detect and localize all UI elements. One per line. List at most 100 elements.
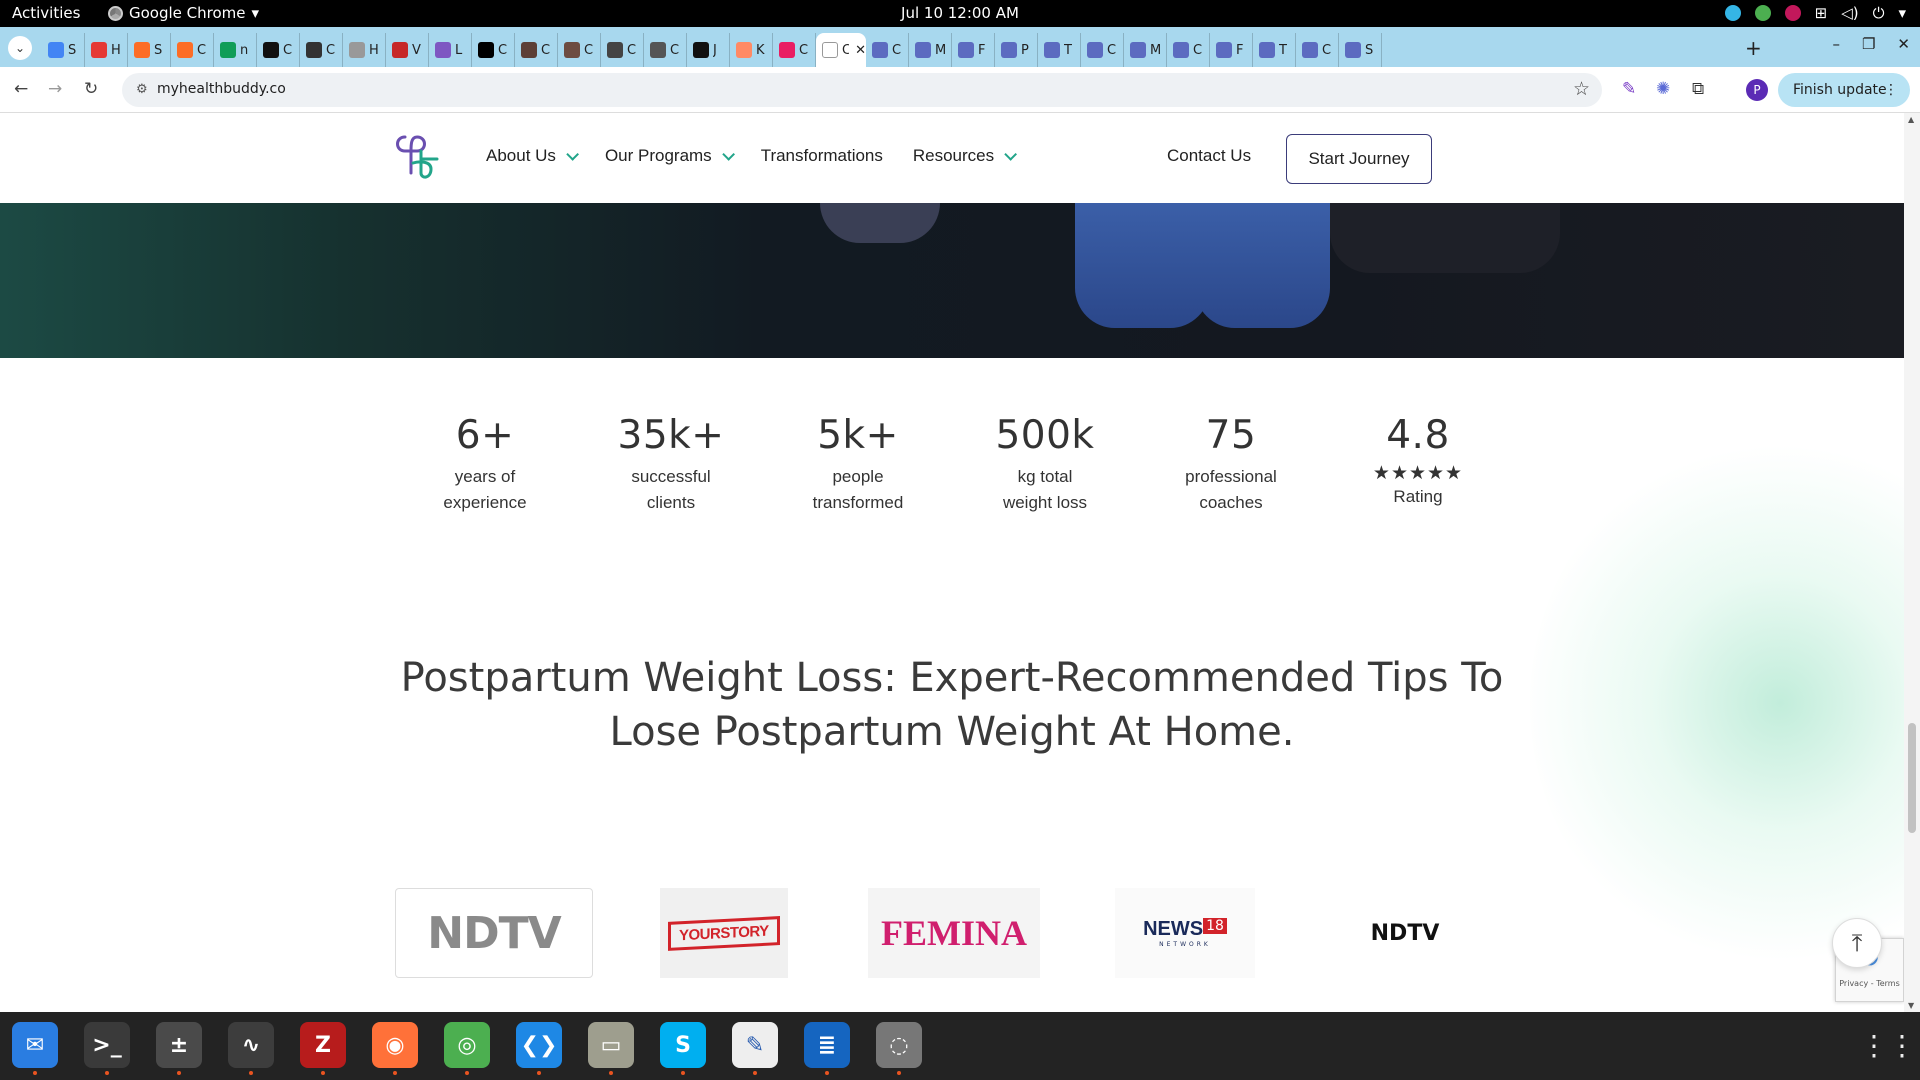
tab[interactable]: C — [866, 33, 909, 67]
hero-figure-leggings-right — [1195, 203, 1330, 328]
sparkle-extension-icon[interactable]: ✺ — [1656, 79, 1670, 99]
decorative-glow — [1530, 433, 1904, 973]
tab-active[interactable]: C ✕ — [816, 33, 866, 67]
tab[interactable]: C — [1296, 33, 1339, 67]
tab[interactable]: C — [171, 33, 214, 67]
dock-text-editor-icon[interactable]: ✎ — [732, 1022, 778, 1075]
volume-icon[interactable]: ◁) — [1841, 4, 1858, 22]
tab[interactable]: n — [214, 33, 257, 67]
dock-disks-icon[interactable]: ◌ — [876, 1022, 922, 1075]
tab[interactable]: C — [644, 33, 687, 67]
scroll-up-arrow-icon[interactable]: ▲ — [1908, 115, 1914, 124]
dock-thunderbird-icon[interactable]: ✉ — [12, 1022, 58, 1075]
recaptcha-links[interactable]: Privacy - Terms — [1836, 979, 1903, 988]
show-apps-grid-icon[interactable]: ⋮⋮⋮ — [1860, 1032, 1920, 1060]
scroll-down-arrow-icon[interactable]: ▼ — [1908, 1001, 1914, 1010]
tab[interactable]: C — [558, 33, 601, 67]
back-icon[interactable]: ← — [14, 79, 28, 99]
tab[interactable]: F — [1210, 33, 1253, 67]
nav-our-programs[interactable]: Our Programs — [605, 146, 735, 166]
tab-title: C — [627, 42, 637, 58]
tab[interactable]: C — [773, 33, 816, 67]
dock-skype-icon[interactable]: S — [660, 1022, 706, 1075]
dock-terminal-icon[interactable]: >_ — [84, 1022, 130, 1075]
tab[interactable]: K — [730, 33, 773, 67]
tab[interactable]: M — [909, 33, 952, 67]
tab[interactable]: C — [472, 33, 515, 67]
finish-update-button[interactable]: Finish update ⋮ — [1778, 73, 1910, 107]
tab[interactable]: C — [300, 33, 343, 67]
app-menu[interactable]: Google Chrome ▾ — [108, 4, 259, 22]
nav-resources-label: Resources — [912, 146, 995, 165]
tab-favicon-icon — [822, 42, 838, 58]
power-icon[interactable]: ⏻ — [1873, 4, 1885, 22]
tab[interactable]: H — [85, 33, 128, 67]
tab[interactable]: P — [995, 33, 1038, 67]
address-bar[interactable]: ⚙ myhealthbuddy.co ☆ — [122, 73, 1602, 107]
app-indicator-icon[interactable] — [1784, 5, 1801, 21]
caret-down-icon[interactable]: ▾ — [1898, 4, 1906, 22]
site-info-icon[interactable]: ⚙ — [136, 82, 148, 97]
pen-extension-icon[interactable]: ✎ — [1622, 79, 1636, 99]
dock-filezilla-icon[interactable]: Z — [300, 1022, 346, 1075]
tab[interactable]: M — [1124, 33, 1167, 67]
activities-button[interactable]: Activities — [12, 4, 80, 22]
healthbuddy-logo[interactable] — [391, 133, 443, 181]
sync-icon[interactable] — [1724, 5, 1741, 21]
reload-icon[interactable]: ↻ — [84, 79, 98, 99]
tab[interactable]: T — [1038, 33, 1081, 67]
dock-calculator-icon[interactable]: ± — [156, 1022, 202, 1075]
nav-contact-us[interactable]: Contact Us — [1167, 146, 1251, 166]
minimize-icon[interactable]: – — [1832, 35, 1840, 53]
scrollbar-thumb[interactable] — [1908, 723, 1916, 833]
new-tab-button[interactable]: + — [1745, 36, 1762, 60]
tab[interactable]: J — [687, 33, 730, 67]
start-journey-button[interactable]: Start Journey — [1286, 134, 1432, 184]
clock[interactable]: Jul 10 12:00 AM — [901, 4, 1019, 22]
restore-icon[interactable]: ❐ — [1862, 35, 1875, 53]
tab[interactable]: C — [1167, 33, 1210, 67]
dock-files-icon[interactable]: ▭ — [588, 1022, 634, 1075]
dock-chrome-icon[interactable]: ◎ — [444, 1022, 490, 1075]
page-scrollbar[interactable]: ▲ ▼ — [1904, 113, 1920, 1012]
dock-firefox-icon[interactable]: ◉ — [372, 1022, 418, 1075]
network-icon[interactable]: ⊞ — [1815, 4, 1828, 22]
tab[interactable]: C — [515, 33, 558, 67]
dock-system-monitor-icon[interactable]: ∿ — [228, 1022, 274, 1075]
nav-transformations[interactable]: Transformations — [761, 146, 883, 166]
nav-about-us[interactable]: About Us — [486, 146, 579, 166]
tab[interactable]: C — [257, 33, 300, 67]
chevron-down-icon — [566, 147, 579, 161]
tab[interactable]: S — [128, 33, 171, 67]
tab-favicon-icon — [521, 42, 537, 58]
tab[interactable]: H — [343, 33, 386, 67]
system-tray[interactable]: ⊞ ◁) ⏻ ▾ — [1724, 4, 1906, 22]
forward-icon[interactable]: → — [48, 79, 62, 99]
tab[interactable]: V — [386, 33, 429, 67]
profile-avatar[interactable]: P — [1746, 79, 1768, 101]
url-text[interactable]: myhealthbuddy.co — [157, 81, 286, 97]
extensions-puzzle-icon[interactable]: ⧉ — [1692, 79, 1704, 99]
tab[interactable]: S — [42, 33, 85, 67]
bookmark-star-icon[interactable]: ☆ — [1573, 78, 1590, 100]
tab[interactable]: S — [1339, 33, 1382, 67]
nav-resources[interactable]: Resources — [912, 146, 1018, 166]
nav-about-label: About Us — [486, 146, 556, 165]
tab[interactable]: F — [952, 33, 995, 67]
check-icon[interactable] — [1754, 5, 1771, 21]
scroll-to-top-button[interactable]: ⤒ — [1832, 918, 1882, 968]
dock-vscode-icon[interactable]: ❮❯ — [516, 1022, 562, 1075]
tab[interactable]: T — [1253, 33, 1296, 67]
tab[interactable]: L — [429, 33, 472, 67]
tab[interactable]: C — [601, 33, 644, 67]
tab-search-button[interactable]: ⌄ — [8, 36, 32, 60]
dock-document-viewer-icon[interactable]: ≣ — [804, 1022, 850, 1075]
tab[interactable]: C — [1081, 33, 1124, 67]
document-viewer-glyph: ≣ — [817, 1032, 837, 1058]
close-window-icon[interactable]: ✕ — [1897, 35, 1910, 53]
tab-title: M — [1150, 42, 1162, 58]
stat-label: professional coaches — [1185, 467, 1277, 512]
tab-title: P — [1021, 42, 1029, 58]
star-rating-icon: ★★★★★ — [1372, 462, 1464, 484]
close-tab-icon[interactable]: ✕ — [855, 43, 866, 58]
